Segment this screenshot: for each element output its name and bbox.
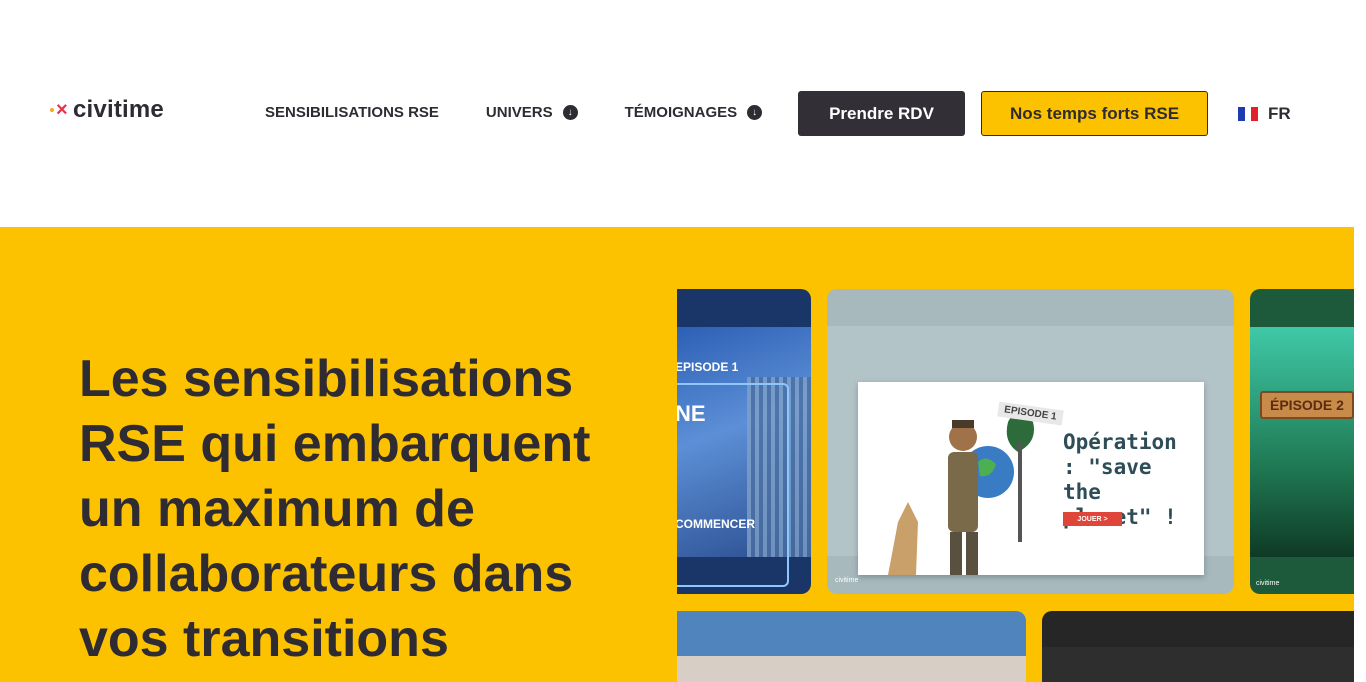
game-card-5[interactable] [1042, 611, 1354, 682]
game-gallery: EPISODE 1 NE COMMENCER EPISODE 1 Opérati… [677, 289, 1354, 682]
episode-sign: ÉPISODE 2 [1260, 391, 1354, 419]
game-title-fragment: NE [677, 401, 706, 426]
temps-forts-button[interactable]: Nos temps forts RSE [981, 91, 1208, 136]
game-card-4[interactable] [677, 611, 1026, 682]
game-card-image [677, 656, 1026, 682]
game-card-image [1042, 647, 1354, 682]
nav-item-temoignages[interactable]: TÉMOIGNAGES ↓ [625, 104, 763, 121]
hero-title: Les sensibilisations RSE qui embarquent … [79, 350, 591, 668]
main-nav: SENSIBILISATIONS RSE UNIVERS ↓ TÉMOIGNAG… [265, 104, 763, 121]
hero-section: Les sensibilisations RSE qui embarquent … [0, 227, 1354, 682]
language-label: FR [1268, 104, 1291, 123]
civitime-small-logo: civitime [835, 577, 859, 584]
nav-label: SENSIBILISATIONS RSE [265, 104, 439, 121]
game-slide: EPISODE 1 Opération : "save the planet" … [858, 382, 1204, 575]
logo-text: civitime [73, 96, 164, 123]
civitime-logo[interactable]: × civitime [50, 96, 164, 124]
nav-item-univers[interactable]: UNIVERS ↓ [486, 104, 578, 121]
language-selector[interactable]: FR [1238, 104, 1291, 124]
game-card-3[interactable]: ÉPISODE 2 civitime [1250, 289, 1354, 594]
nav-label: TÉMOIGNAGES [624, 104, 738, 121]
arrow-down-circle-icon: ↓ [747, 105, 763, 120]
nav-item-sensibilisations[interactable]: SENSIBILISATIONS RSE [265, 104, 439, 121]
game-card-image: ÉPISODE 2 civitime [1250, 327, 1354, 587]
logo-mark-icon: × [50, 100, 70, 120]
nav-label: UNIVERS [485, 104, 553, 121]
prendre-rdv-button[interactable]: Prendre RDV [798, 91, 965, 136]
civitime-small-logo: civitime [1256, 580, 1280, 587]
commencer-button[interactable]: COMMENCER [677, 517, 755, 531]
site-header: × civitime SENSIBILISATIONS RSE UNIVERS … [0, 0, 1354, 227]
arrow-down-circle-icon: ↓ [562, 105, 578, 120]
french-flag-icon [1238, 107, 1259, 121]
game-card-2[interactable]: EPISODE 1 Opération : "save the planet" … [827, 289, 1234, 594]
game-card-image: EPISODE 1 Opération : "save the planet" … [827, 326, 1234, 584]
game-card-1[interactable]: EPISODE 1 NE COMMENCER [677, 289, 811, 594]
jouer-button[interactable]: JOUER > [1063, 512, 1122, 526]
episode-label: EPISODE 1 [677, 360, 739, 374]
